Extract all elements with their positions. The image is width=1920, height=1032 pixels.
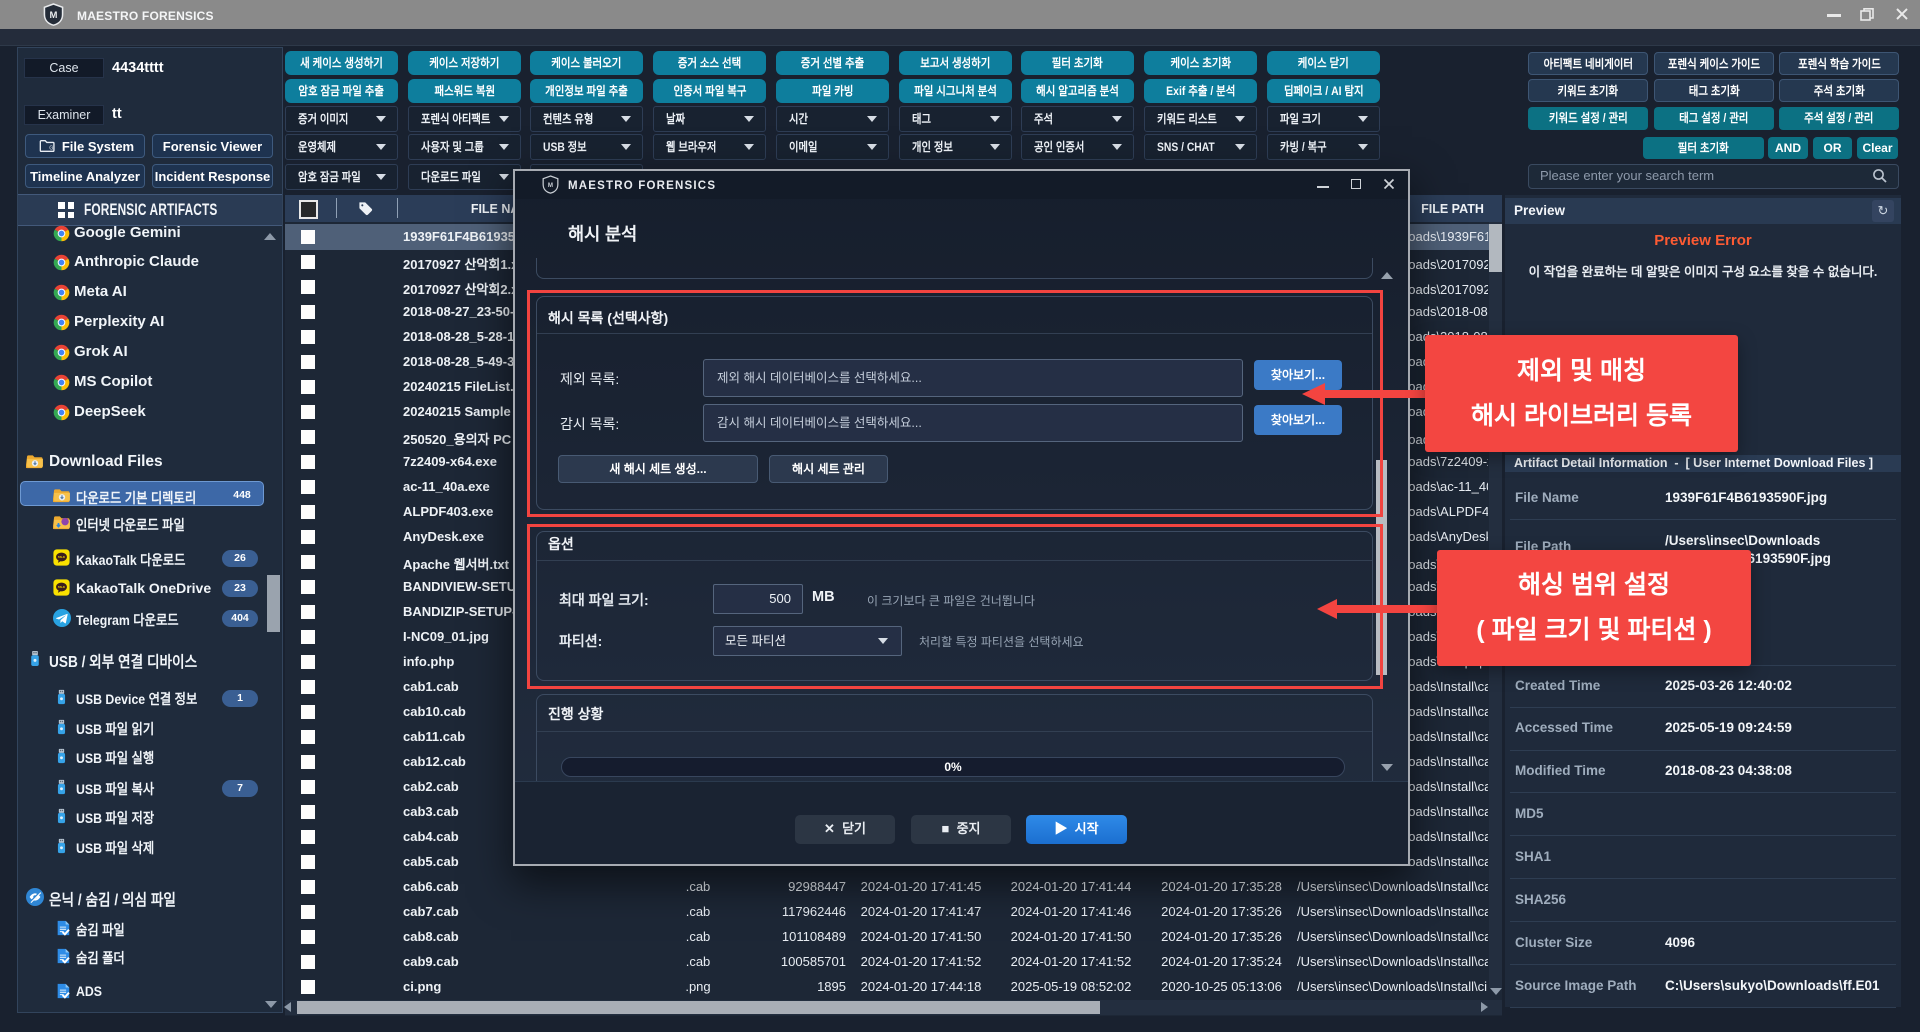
svg-text:TALK: TALK [58,585,65,589]
svg-text:M: M [50,10,58,21]
svg-text:G: G [49,146,53,152]
svg-text:M: M [548,182,553,189]
svg-text:TALK: TALK [58,555,65,559]
